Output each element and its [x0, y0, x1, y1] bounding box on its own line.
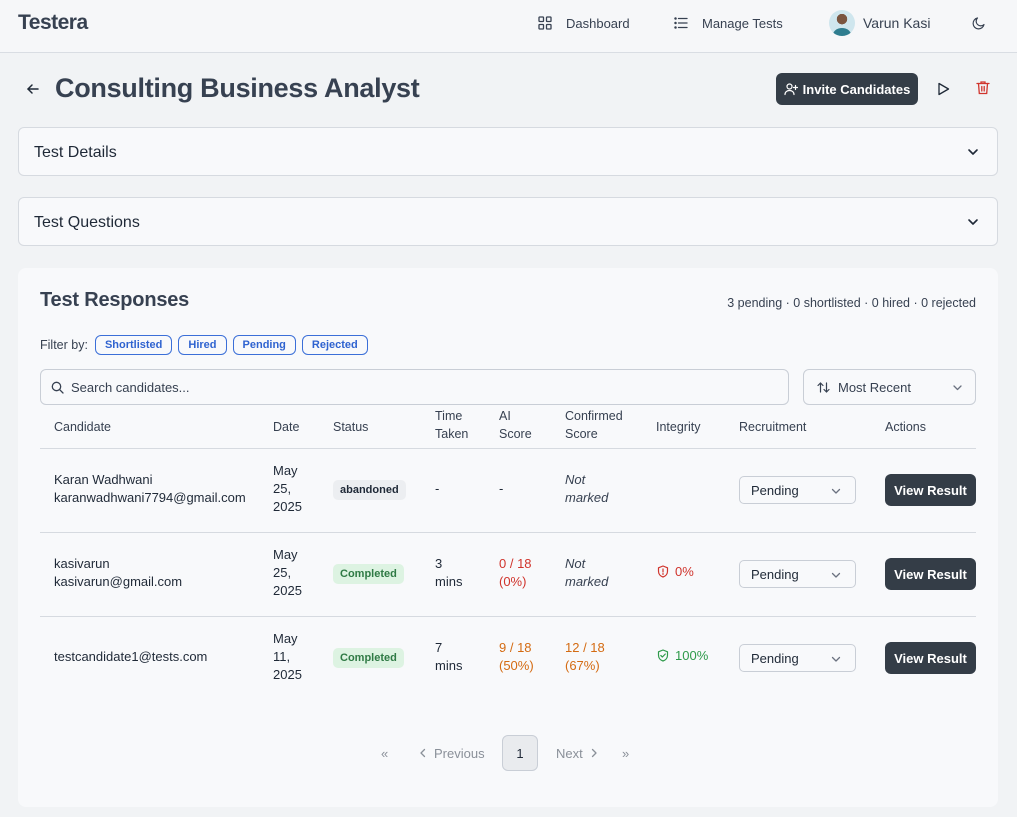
ai-score: 0 / 18 (0%) — [499, 556, 532, 589]
time-taken: 7 mins — [435, 640, 463, 673]
confirmed-score: 12 / 18 (67%) — [565, 640, 605, 673]
search-input[interactable]: Search candidates... — [40, 369, 789, 405]
integrity-score: 0% — [657, 564, 694, 579]
pagination-last[interactable]: » — [622, 735, 629, 771]
filter-chip-pending[interactable]: Pending — [232, 335, 296, 355]
pagination-page-1[interactable]: 1 — [502, 735, 538, 771]
recruitment-select[interactable]: Pending — [739, 644, 856, 672]
search-placeholder: Search candidates... — [71, 379, 190, 395]
filter-chip-shortlisted[interactable]: Shortlisted — [94, 335, 173, 355]
candidate-email: kasivarun@gmail.com — [54, 574, 183, 589]
chevron-down-icon — [968, 219, 978, 225]
pagination-next[interactable]: Next — [556, 735, 599, 771]
test-details-accordion[interactable]: Test Details — [18, 127, 998, 176]
pagination-previous[interactable]: Previous — [418, 735, 485, 771]
candidate-email: testcandidate1@tests.com — [54, 649, 208, 664]
header-ai-score: AI Score — [499, 409, 532, 441]
sort-arrows-icon — [817, 381, 830, 393]
confirmed-score: Not marked — [565, 556, 609, 589]
header-date: Date — [273, 420, 300, 434]
test-questions-accordion[interactable]: Test Questions — [18, 197, 998, 246]
header-status: Status — [333, 420, 369, 434]
test-responses-card: Test Responses 3 pending · 0 shortlisted… — [18, 268, 998, 807]
pagination-first[interactable]: « — [381, 735, 388, 771]
chevron-right-icon — [591, 748, 597, 758]
response-date: May 11, 2025 — [273, 631, 302, 682]
header-confirmed-score: Confirmed Score — [565, 409, 623, 441]
chevron-down-icon — [831, 488, 841, 494]
filter-label: Filter by: — [40, 338, 88, 352]
nav-manage-tests-label: Manage Tests — [702, 15, 783, 31]
test-responses-title: Test Responses — [40, 289, 190, 311]
trash-icon[interactable] — [976, 80, 990, 95]
ai-score: 9 / 18 (50%) — [499, 640, 534, 673]
play-icon[interactable] — [937, 82, 950, 96]
response-date: May 25, 2025 — [273, 463, 302, 514]
time-taken: 3 mins — [435, 556, 463, 589]
responses-summary: 3 pending · 0 shortlisted · 0 hired · 0 … — [727, 296, 976, 310]
nav-manage-tests[interactable]: Manage Tests — [674, 14, 783, 32]
time-taken: - — [435, 481, 440, 496]
header-actions: Actions — [885, 420, 926, 434]
view-result-button[interactable]: View Result — [885, 642, 976, 674]
response-date: May 25, 2025 — [273, 547, 302, 598]
table-header: Candidate Date Status Time Taken AI Score … — [40, 405, 976, 449]
recruitment-select[interactable]: Pending — [739, 560, 856, 588]
invite-candidates-button[interactable]: Invite Candidates — [776, 73, 918, 105]
chevron-down-icon — [831, 572, 841, 578]
table-row: testcandidate1@tests.com May 11, 2025 Comp… — [40, 617, 976, 701]
status-badge: Completed — [333, 648, 404, 668]
page-title: Consulting Business Analyst — [55, 73, 420, 103]
chevron-down-icon — [968, 149, 978, 155]
view-result-button[interactable]: View Result — [885, 474, 976, 506]
confirmed-score: Not marked — [565, 472, 609, 505]
sort-select[interactable]: Most Recent — [803, 369, 976, 405]
brand-logo[interactable]: Testera — [18, 11, 88, 35]
table-row: Karan Wadhwani karanwadhwani7794@gmail.c… — [40, 449, 976, 533]
shield-check-icon — [657, 649, 669, 662]
filter-bar: Filter by: Shortlisted Hired Pending Rej… — [40, 335, 368, 355]
back-arrow-icon[interactable] — [26, 82, 40, 96]
shield-alert-icon — [657, 565, 669, 578]
recruitment-select[interactable]: Pending — [739, 476, 856, 504]
user-menu[interactable]: Varun Kasi — [829, 9, 930, 37]
test-questions-title: Test Questions — [34, 214, 140, 231]
user-name: Varun Kasi — [863, 15, 931, 31]
filter-chip-rejected[interactable]: Rejected — [301, 335, 368, 355]
header-candidate: Candidate — [54, 420, 111, 434]
list-icon — [674, 17, 688, 29]
header-integrity: Integrity — [656, 420, 701, 434]
avatar — [829, 10, 855, 36]
sort-value: Most Recent — [838, 379, 911, 395]
top-navbar: Testera Dashboard Manage Tests Varun Kas… — [0, 0, 1017, 53]
candidate-name: Karan Wadhwani — [54, 472, 153, 487]
nav-dashboard[interactable]: Dashboard — [538, 14, 630, 32]
status-badge: abandoned — [333, 480, 406, 500]
filter-chip-hired[interactable]: Hired — [178, 335, 227, 355]
table-row: kasivarun kasivarun@gmail.com May 25, 2025… — [40, 533, 976, 617]
candidate-name: kasivarun — [54, 556, 110, 571]
invite-candidates-label: Invite Candidates — [802, 81, 911, 97]
user-plus-icon — [784, 83, 798, 96]
status-badge: Completed — [333, 564, 404, 584]
test-details-title: Test Details — [34, 144, 117, 161]
chevron-left-icon — [420, 748, 426, 758]
grid-icon — [538, 16, 552, 30]
moon-icon[interactable] — [972, 16, 986, 30]
integrity-score: 100% — [657, 648, 708, 663]
view-result-button[interactable]: View Result — [885, 558, 976, 590]
search-icon — [51, 381, 64, 394]
ai-score: - — [499, 481, 504, 496]
header-recruitment: Recruitment — [739, 420, 807, 434]
header-time-taken: Time Taken — [435, 409, 469, 441]
chevron-down-icon — [953, 385, 962, 391]
nav-dashboard-label: Dashboard — [566, 15, 630, 31]
candidate-email: karanwadhwani7794@gmail.com — [54, 490, 246, 505]
chevron-down-icon — [831, 656, 841, 662]
